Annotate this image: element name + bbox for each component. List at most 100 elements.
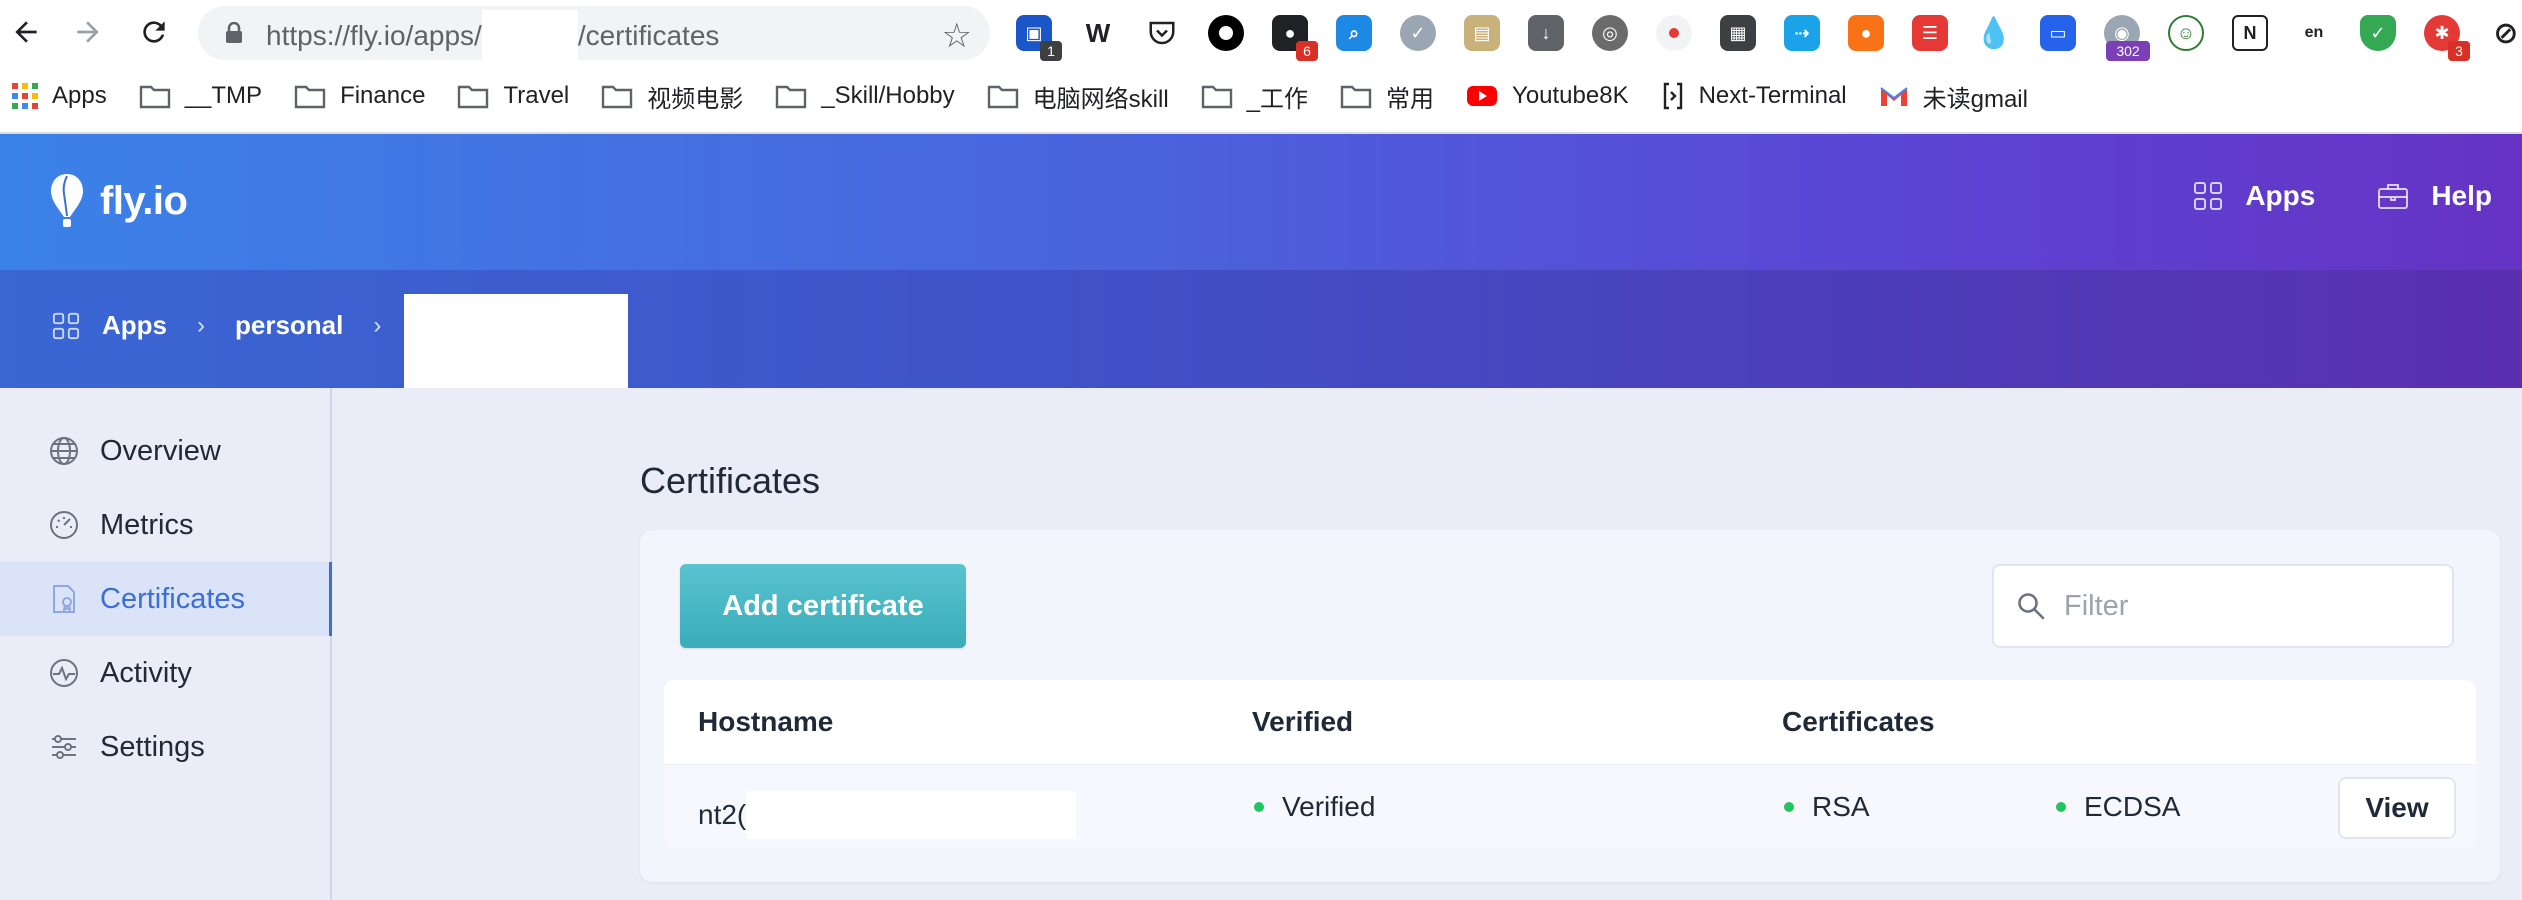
sidebar-item-metrics[interactable]: Metrics (0, 488, 332, 562)
bookmark-folder[interactable]: _工作 (1201, 79, 1308, 114)
bookmark-folder[interactable]: 常用 (1340, 79, 1434, 114)
sidebar: Overview Metrics Certificates Activity S… (0, 388, 332, 900)
shield-extension-icon[interactable]: ✓ (2360, 15, 2396, 51)
bookmark-folder[interactable]: 电脑网络skill (987, 79, 1169, 114)
apps-grid-icon (12, 83, 38, 109)
drop-extension-icon[interactable]: 💧 (1975, 15, 2012, 51)
extension-dots-icon[interactable]: ● 6 (1272, 15, 1318, 61)
sidebar-item-activity[interactable]: Activity (0, 636, 332, 710)
globe-icon (50, 437, 78, 465)
verified-cell: Verified (1254, 791, 1375, 823)
bookmark-label: Youtube8K (1512, 82, 1629, 109)
folder-icon (776, 85, 807, 109)
sidebar-item-certificates[interactable]: Certificates (0, 562, 332, 636)
extension-1-icon[interactable]: ▣ 1 (1016, 15, 1062, 61)
chevron-right-icon: › (373, 311, 382, 339)
camera-extension-icon[interactable]: ▦ (1720, 15, 1756, 51)
address-bar[interactable]: https://fly.io/apps/ /certificates ☆ (198, 6, 990, 60)
nav-apps[interactable]: Apps (2193, 180, 2315, 212)
chat-extension-icon[interactable]: ☺ (2168, 15, 2204, 51)
pocket-icon[interactable] (1144, 15, 1180, 51)
nav-apps-label: Apps (2245, 180, 2316, 211)
arrow-right-icon (77, 21, 99, 43)
search-extension-icon[interactable]: ⌕ (1336, 15, 1372, 51)
filter-field[interactable] (1992, 564, 2454, 648)
translate-extension-icon[interactable]: en (2296, 15, 2332, 51)
download-extension-icon[interactable]: ↓ (1528, 15, 1564, 51)
bookmark-star-icon[interactable]: ☆ (942, 16, 972, 56)
flyio-logo[interactable]: fly.io (48, 172, 188, 230)
bookmark-label: Travel (503, 82, 570, 109)
gauge-icon (50, 511, 78, 539)
bookmark-folder[interactable]: _Skill/Hobby (775, 82, 955, 110)
check-extension-icon[interactable]: ✓ (1400, 15, 1436, 51)
status-dot (2056, 802, 2066, 812)
image-extension-icon[interactable]: ▤ (1464, 15, 1500, 51)
stack-extension-icon[interactable]: ▭ (2040, 15, 2076, 51)
bookmark-label: _Skill/Hobby (821, 82, 955, 109)
breadcrumb-apps[interactable]: Apps (52, 310, 167, 341)
nav-help[interactable]: Help (2377, 180, 2492, 212)
back-button[interactable] (6, 12, 46, 52)
top-nav: Apps Help (2131, 180, 2492, 212)
breadcrumb-org-label: personal (235, 310, 344, 340)
folder-icon (139, 85, 170, 109)
bookmark-youtube[interactable]: Youtube8K (1466, 82, 1629, 110)
sidebar-item-overview[interactable]: Overview (0, 414, 332, 488)
bookmark-folder[interactable]: 视频电影 (601, 79, 743, 114)
sidebar-item-label: Activity (100, 656, 192, 689)
bookmark-terminal[interactable]: Next-Terminal (1661, 81, 1847, 111)
hostname-cell: nt2( (698, 791, 1077, 839)
red-extension-icon[interactable]: ✱ 3 (2424, 15, 2470, 61)
bookmark-gmail[interactable]: 未读gmail (1879, 79, 2028, 114)
bookmark-folder[interactable]: Finance (294, 82, 425, 110)
redacted-hostname (746, 791, 1077, 839)
breadcrumb-org[interactable]: personal (235, 310, 343, 341)
breadcrumb-apps-label: Apps (102, 310, 167, 340)
add-certificate-button[interactable]: Add certificate (680, 564, 966, 648)
certificates-table: Hostname Verified Certificates nt2( Veri… (664, 680, 2476, 848)
status-dot (1254, 802, 1264, 812)
blocked-extension-icon[interactable]: ⊘ (2488, 15, 2522, 51)
verified-status: Verified (1282, 791, 1376, 822)
arrow-left-icon (15, 21, 37, 43)
folder-icon (294, 85, 326, 109)
share-extension-icon[interactable]: ⇢ (1784, 15, 1820, 51)
url-text: https://fly.io/apps/ /certificates (266, 10, 719, 60)
extension-w-icon[interactable]: W (1080, 15, 1116, 51)
reload-button[interactable] (134, 12, 174, 52)
table-row[interactable]: nt2( Verified RSA ECDSA View (664, 764, 2476, 848)
extension-badge: 3 (2448, 41, 2470, 61)
url-prefix: https://fly.io/apps/ (266, 20, 482, 51)
notes-extension-icon[interactable]: ☰ (1912, 15, 1948, 51)
bookmark-folder[interactable]: Travel (457, 82, 569, 110)
ecdsa-cell: ECDSA (2056, 791, 2180, 823)
site-header: fly.io Apps Help (0, 134, 2522, 270)
record-extension-icon[interactable] (1656, 15, 1692, 51)
extension-badge: 6 (1296, 41, 1318, 61)
badge-extension-icon[interactable]: ◉ 302 (2104, 15, 2150, 61)
bookmark-apps[interactable]: Apps (12, 82, 107, 110)
view-button[interactable]: View (2338, 777, 2456, 839)
redacted-app-name (481, 10, 578, 60)
bookmark-label: 视频电影 (647, 85, 744, 113)
certificates-card: Add certificate Hostname Verified Certif… (640, 530, 2500, 882)
notion-icon[interactable]: N (2232, 15, 2268, 51)
extensions-bar: ▣ 1 W ● 6 ⌕ ✓ ▤ ↓ ◎ ▦ ⇢ ● ☰ 💧 ▭ ◉ 302 ☺ N e… (1016, 10, 2522, 61)
folder-icon (987, 85, 1018, 109)
table-header-row: Hostname Verified Certificates (664, 680, 2476, 764)
forward-button[interactable] (68, 12, 108, 52)
gmail-icon (1880, 87, 1908, 106)
sidebar-item-settings[interactable]: Settings (0, 710, 332, 784)
orange-extension-icon[interactable]: ● (1848, 15, 1884, 51)
filter-input[interactable] (2064, 589, 2444, 623)
rsa-label: RSA (1812, 791, 1870, 822)
bookmark-label: 常用 (1386, 85, 1435, 113)
film-extension-icon[interactable]: ◎ (1592, 15, 1628, 51)
grid-icon (2194, 182, 2223, 210)
bookmark-folder[interactable]: __TMP (139, 82, 262, 110)
certificate-icon (53, 585, 75, 613)
circle-extension-icon[interactable] (1208, 15, 1244, 51)
nav-help-label: Help (2431, 180, 2492, 211)
search-icon (2018, 593, 2045, 620)
